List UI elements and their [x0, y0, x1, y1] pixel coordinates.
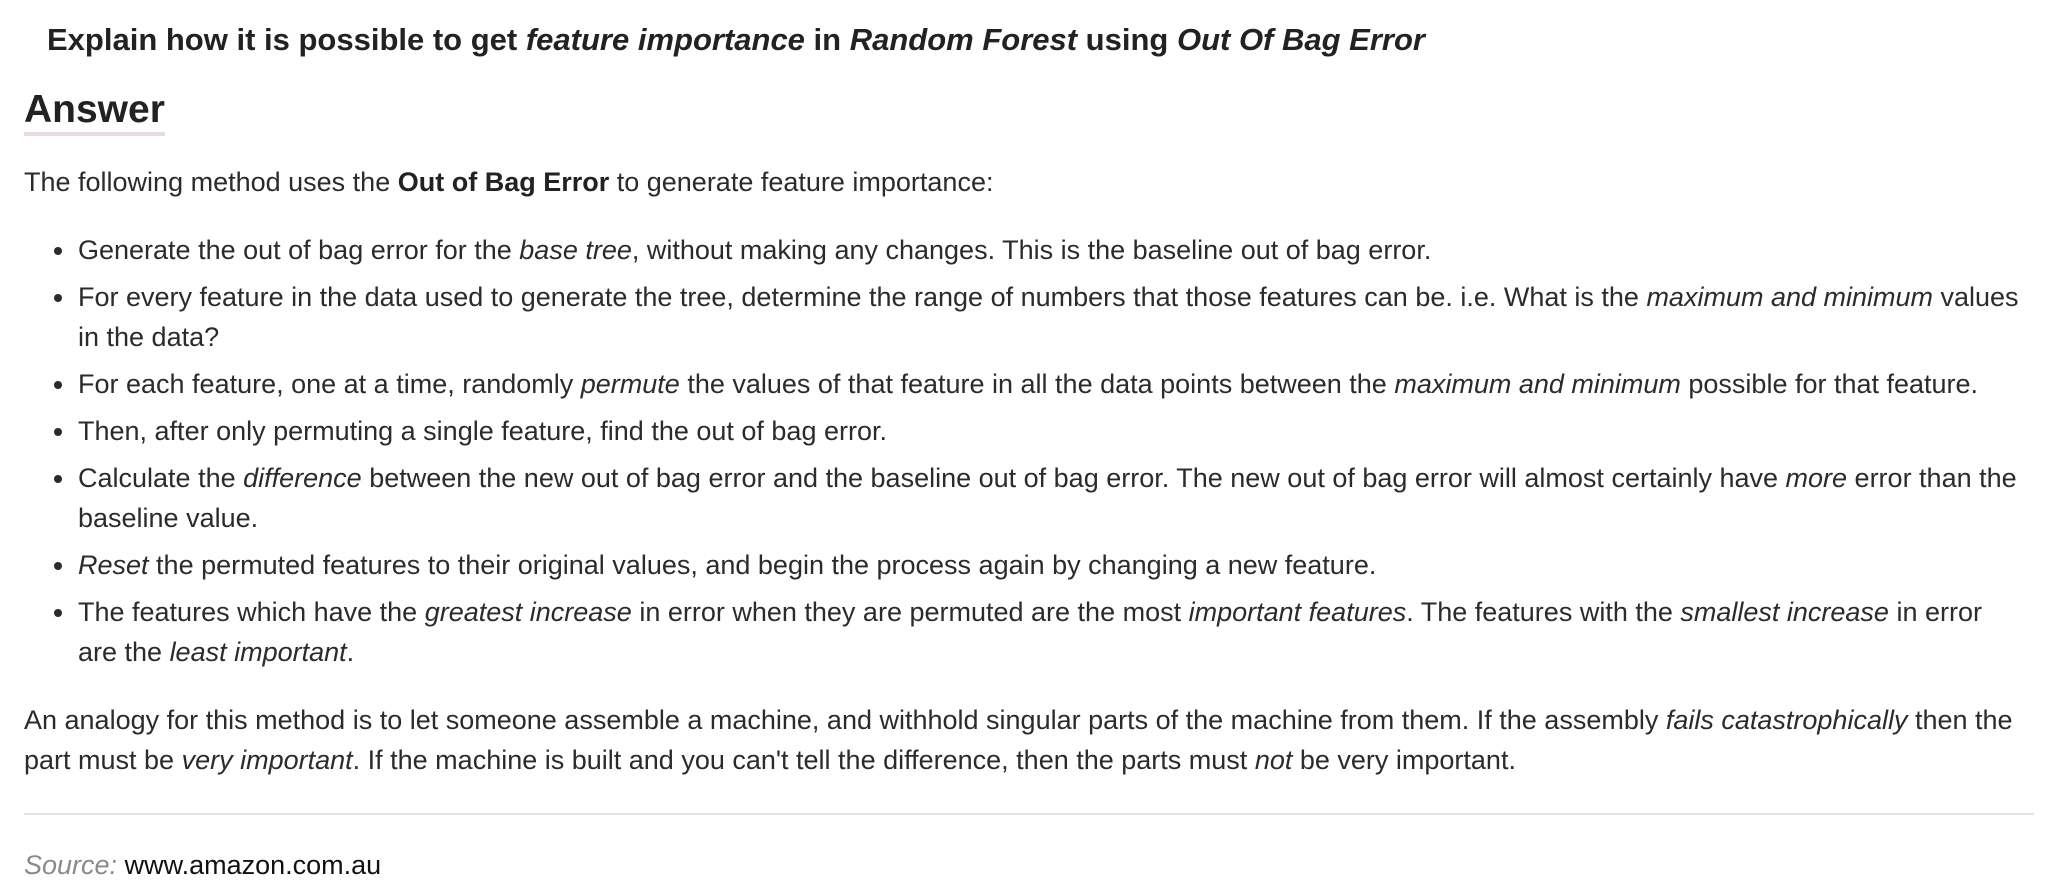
- list-item: For each feature, one at a time, randoml…: [54, 364, 2034, 404]
- step-text: Then, after only permuting a single feat…: [78, 416, 887, 446]
- analogy-text: be very important.: [1292, 745, 1516, 775]
- list-item: Reset the permuted features to their ori…: [54, 545, 2034, 585]
- step-emphasis: important features: [1188, 597, 1407, 627]
- answer-page: Explain how it is possible to get featur…: [24, 0, 2034, 885]
- step-emphasis: permute: [580, 369, 680, 399]
- step-text: Calculate the: [78, 463, 244, 493]
- step-text: possible for that feature.: [1680, 369, 1979, 399]
- source-url[interactable]: www.amazon.com.au: [125, 850, 382, 880]
- source-label: Source:: [24, 850, 118, 880]
- answer-heading: Answer: [24, 88, 165, 136]
- step-text: the values of that feature in all the da…: [679, 369, 1395, 399]
- step-text: . The features with the: [1406, 597, 1681, 627]
- step-emphasis: least important: [169, 637, 347, 667]
- step-text: For each feature, one at a time, randoml…: [78, 369, 581, 399]
- step-emphasis: smallest increase: [1680, 597, 1889, 627]
- method-steps-list: Generate the out of bag error for the ba…: [24, 230, 2034, 672]
- intro-text-before: The following method uses the: [24, 167, 398, 197]
- step-emphasis: difference: [243, 463, 362, 493]
- step-emphasis: Reset: [78, 550, 149, 580]
- intro-text-after: to generate feature importance:: [609, 167, 994, 197]
- step-text: Generate the out of bag error for the: [78, 235, 520, 265]
- step-emphasis: more: [1785, 463, 1848, 493]
- analogy-text: . If the machine is built and you can't …: [352, 745, 1255, 775]
- question-text: in: [804, 22, 850, 57]
- list-item: The features which have the greatest inc…: [54, 592, 2034, 672]
- step-text: the permuted features to their original …: [148, 550, 1377, 580]
- analogy-emphasis: fails catastrophically: [1665, 705, 1908, 735]
- analogy-paragraph: An analogy for this method is to let som…: [24, 700, 2034, 780]
- analogy-text: An analogy for this method is to let som…: [24, 705, 1666, 735]
- step-emphasis: base tree: [519, 235, 632, 265]
- step-text: , without making any changes. This is th…: [631, 235, 1432, 265]
- question-emphasis: feature importance: [525, 22, 805, 57]
- step-text: .: [346, 637, 355, 667]
- step-text: between the new out of bag error and the…: [361, 463, 1786, 493]
- step-emphasis: maximum and minimum: [1646, 282, 1933, 312]
- step-text: in error when they are permuted are the …: [631, 597, 1189, 627]
- intro-paragraph: The following method uses the Out of Bag…: [24, 162, 2034, 202]
- step-text: For every feature in the data used to ge…: [78, 282, 1647, 312]
- step-emphasis: maximum and minimum: [1394, 369, 1681, 399]
- list-item: Generate the out of bag error for the ba…: [54, 230, 2034, 270]
- analogy-emphasis: very important: [181, 745, 353, 775]
- question-text: using: [1077, 22, 1177, 57]
- step-text: The features which have the: [78, 597, 425, 627]
- question-emphasis: Random Forest: [849, 22, 1078, 57]
- list-item: For every feature in the data used to ge…: [54, 277, 2034, 357]
- analogy-emphasis: not: [1254, 745, 1293, 775]
- list-item: Calculate the difference between the new…: [54, 458, 2034, 538]
- list-item: Then, after only permuting a single feat…: [54, 411, 2034, 451]
- step-emphasis: greatest increase: [424, 597, 632, 627]
- question-text: Explain how it is possible to get: [47, 22, 526, 57]
- divider: [24, 813, 2034, 815]
- intro-bold-term: Out of Bag Error: [397, 167, 610, 197]
- source-line: Source: www.amazon.com.au: [24, 845, 2034, 885]
- question-title: Explain how it is possible to get featur…: [47, 20, 2034, 60]
- question-emphasis: Out Of Bag Error: [1176, 22, 1425, 57]
